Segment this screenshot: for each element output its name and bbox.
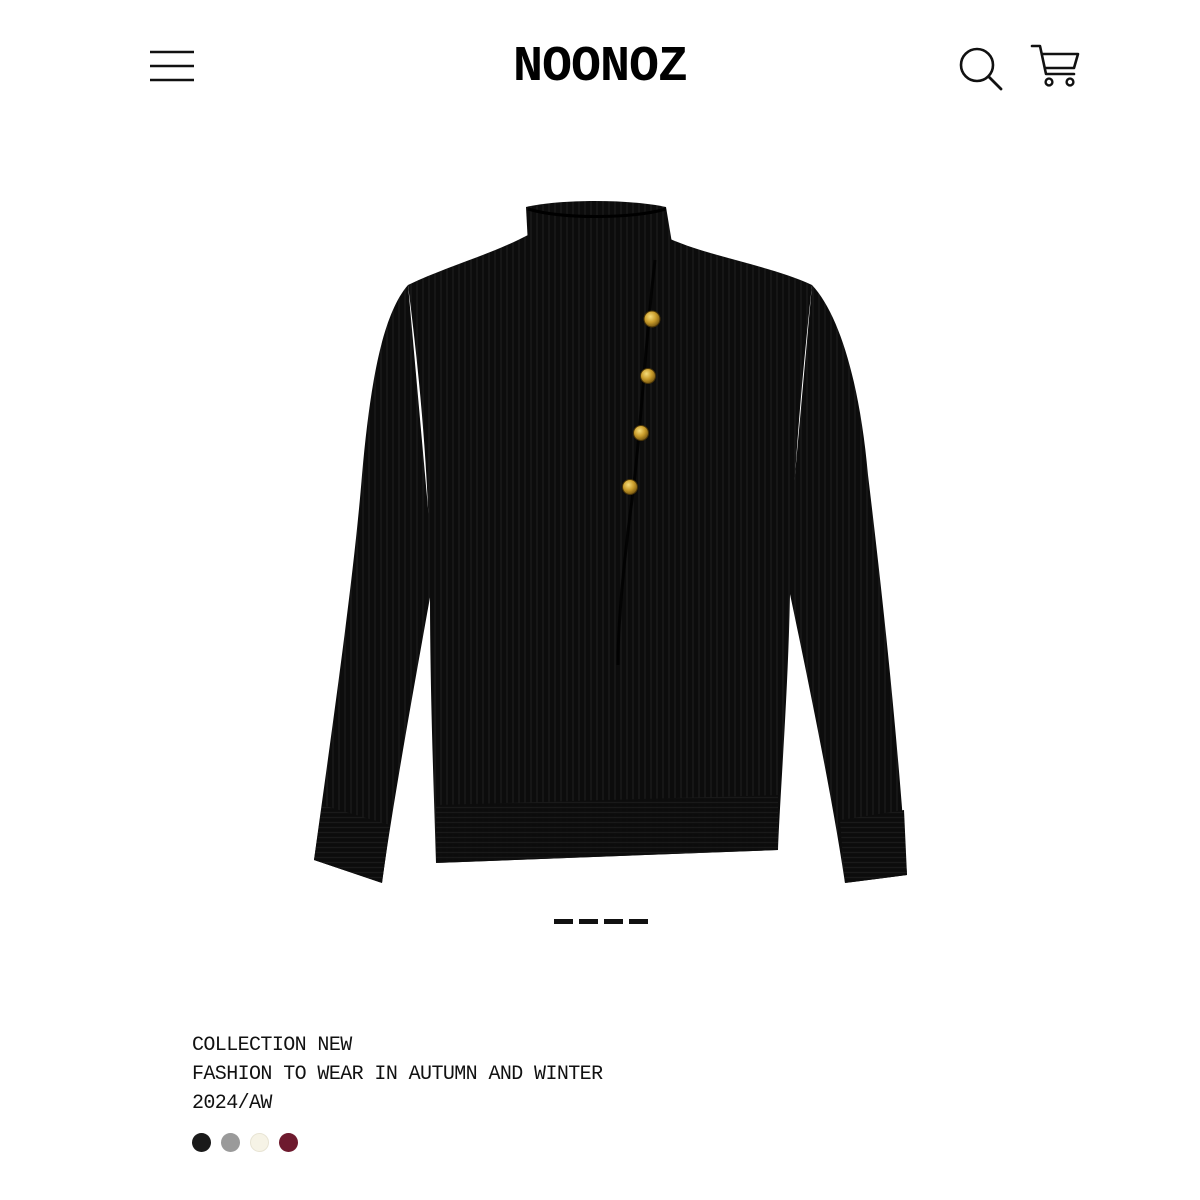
hamburger-menu-icon xyxy=(150,50,194,82)
color-swatch-burgundy[interactable] xyxy=(279,1133,298,1152)
menu-button[interactable] xyxy=(146,46,198,86)
black-knit-sweater-image xyxy=(314,201,907,883)
left-sleeve xyxy=(314,285,434,883)
collection-tagline: FASHION TO WEAR IN AUTUMN AND WINTER xyxy=(192,1063,603,1086)
search-icon xyxy=(959,47,1003,91)
cart-button[interactable] xyxy=(1028,40,1086,92)
gold-button xyxy=(633,425,649,441)
shopping-cart-icon xyxy=(1030,44,1080,87)
gold-button xyxy=(643,310,661,328)
carousel-dot[interactable] xyxy=(579,919,598,924)
season-label: 2024/AW xyxy=(192,1092,272,1115)
carousel-dot[interactable] xyxy=(629,919,648,924)
gold-button xyxy=(640,368,656,384)
color-swatch-black[interactable] xyxy=(192,1133,211,1152)
collection-label: COLLECTION NEW xyxy=(192,1034,352,1057)
color-swatch-grey[interactable] xyxy=(221,1133,240,1152)
color-swatch-cream[interactable] xyxy=(250,1133,269,1152)
gold-button xyxy=(622,479,638,495)
carousel-dot[interactable] xyxy=(604,919,623,924)
carousel-indicator xyxy=(554,919,648,927)
right-sleeve xyxy=(786,285,907,883)
sweater-body xyxy=(408,235,812,863)
carousel-dot[interactable] xyxy=(554,919,573,924)
sweater-collar xyxy=(526,201,672,254)
site-header: NOONOZ xyxy=(0,0,1200,135)
product-info: COLLECTION NEW FASHION TO WEAR IN AUTUMN… xyxy=(192,1031,892,1118)
brand-logo[interactable]: NOONOZ xyxy=(513,39,688,96)
product-image[interactable] xyxy=(300,195,920,895)
color-swatches xyxy=(192,1133,298,1152)
search-button[interactable] xyxy=(954,42,1006,94)
